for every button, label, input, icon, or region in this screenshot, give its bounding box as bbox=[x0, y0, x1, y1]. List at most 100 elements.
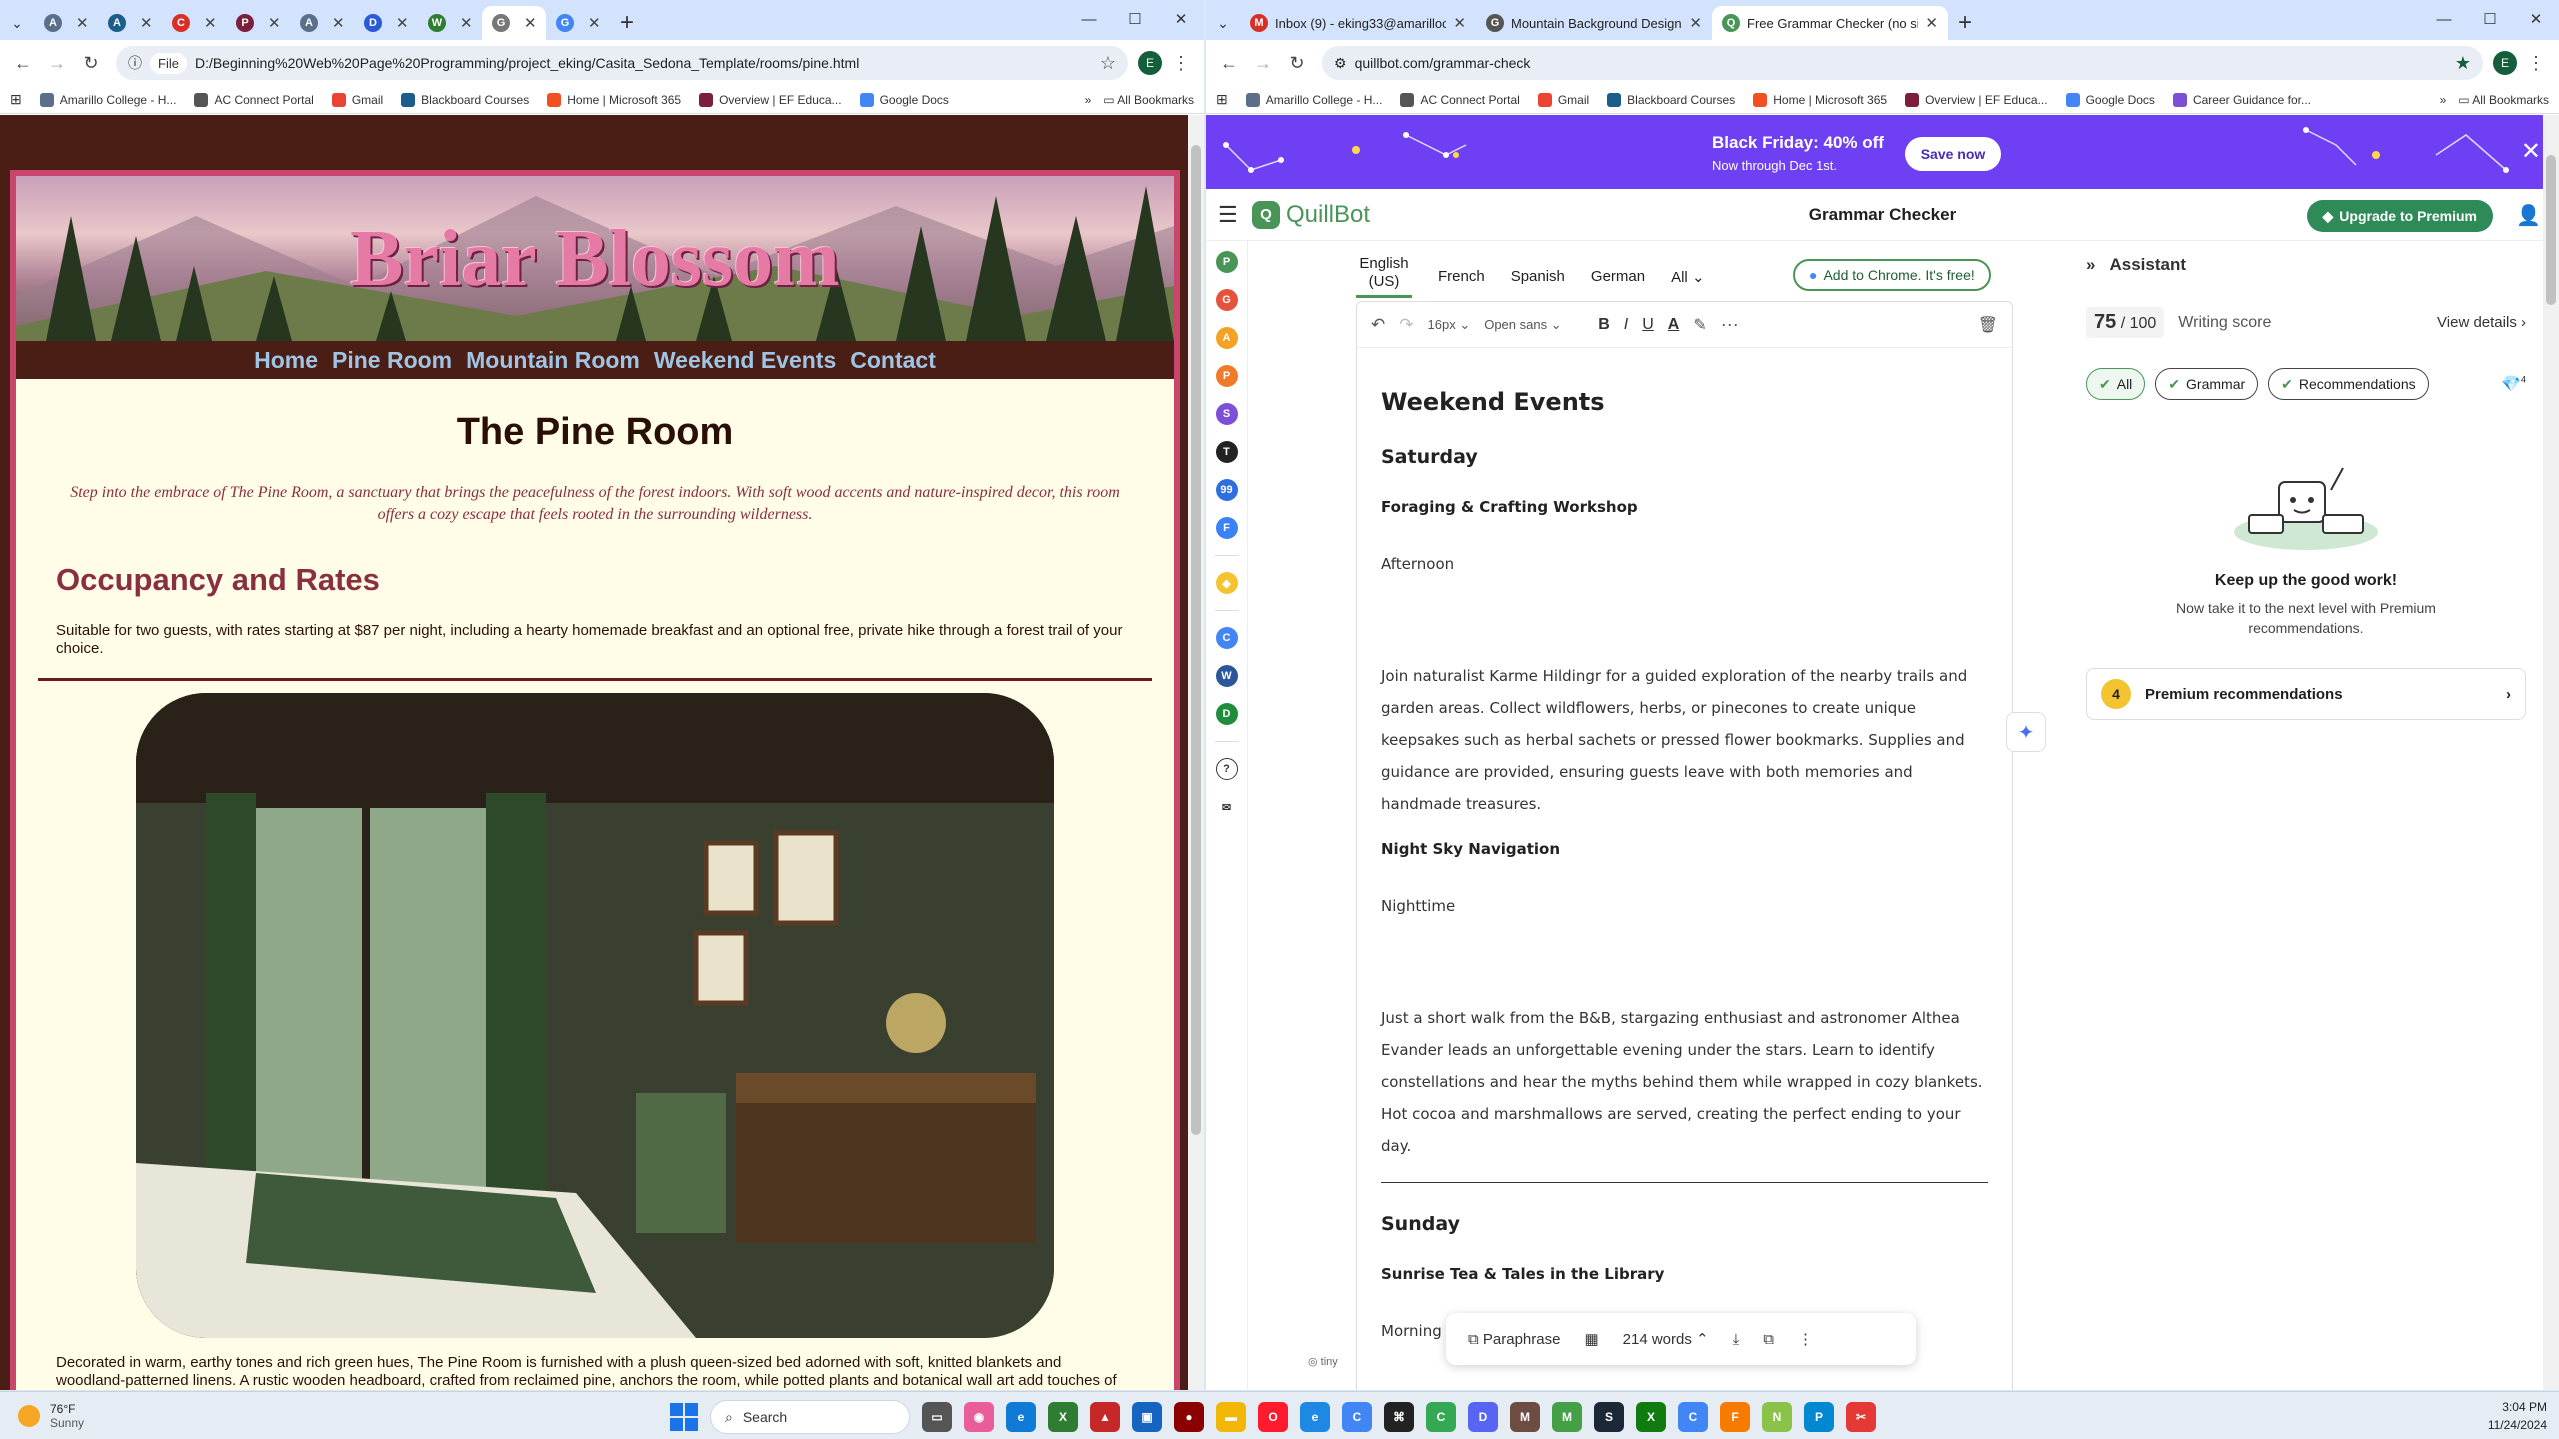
close-tab-icon[interactable]: ✕ bbox=[1453, 14, 1466, 32]
premium-gem-icon[interactable]: 💎4 bbox=[2501, 374, 2526, 394]
browser-tab[interactable]: Q Free Grammar Checker (no sign ✕ bbox=[1712, 6, 1948, 40]
xbox-app-icon[interactable]: X bbox=[1636, 1402, 1666, 1432]
close-window-icon[interactable]: ✕ bbox=[2513, 4, 2559, 34]
close-tab-icon[interactable]: ✕ bbox=[332, 14, 345, 32]
help-icon[interactable]: ? bbox=[1215, 758, 1238, 780]
profile-avatar[interactable]: E bbox=[2493, 51, 2517, 75]
chrome-icon[interactable]: C bbox=[1342, 1402, 1372, 1432]
scrollbar[interactable] bbox=[2543, 115, 2559, 1390]
bookmark-item[interactable]: Gmail bbox=[1537, 92, 1589, 107]
tab-search-icon[interactable]: ⌄ bbox=[1206, 6, 1240, 40]
font-size-select[interactable]: 16px ⌄ bbox=[1428, 317, 1471, 333]
underline-icon[interactable]: U bbox=[1642, 316, 1654, 334]
browser-tab[interactable]: AAsses✕ bbox=[98, 6, 162, 40]
terminal-icon[interactable]: ⌘ bbox=[1384, 1402, 1414, 1432]
taskbar-search[interactable]: ⌕ Search bbox=[710, 1400, 910, 1434]
edge-icon[interactable]: e bbox=[1006, 1402, 1036, 1432]
start-button[interactable] bbox=[670, 1403, 698, 1431]
bookmark-star-icon[interactable]: ★ bbox=[2455, 53, 2471, 74]
browser-tab[interactable]: P6.6 CS✕ bbox=[226, 6, 290, 40]
hamburger-menu-icon[interactable]: ☰ bbox=[1218, 202, 1252, 228]
more-bookmarks-icon[interactable]: » bbox=[1085, 93, 1092, 107]
statistics-icon[interactable]: ▦ bbox=[1584, 1330, 1598, 1348]
browser-tab[interactable]: DBegin✕ bbox=[354, 6, 418, 40]
bookmark-item[interactable]: Overview | EF Educa... bbox=[699, 92, 842, 107]
more-options-icon[interactable]: ··· bbox=[1721, 314, 1739, 335]
minimize-icon[interactable]: — bbox=[2421, 4, 2467, 34]
quillbot-logo[interactable]: Q QuillBot bbox=[1252, 200, 1370, 229]
forward-icon[interactable]: → bbox=[1248, 48, 1278, 78]
chip-grammar[interactable]: ✔ Grammar bbox=[2155, 368, 2259, 400]
system-clock[interactable]: 3:04 PM 11/24/2024 bbox=[2488, 1398, 2547, 1434]
download-icon[interactable]: ⤓ bbox=[1733, 1331, 1740, 1348]
close-tab-icon[interactable]: ✕ bbox=[460, 14, 473, 32]
lang-french[interactable]: French bbox=[1438, 268, 1485, 285]
undo-icon[interactable]: ↶ bbox=[1371, 315, 1385, 335]
app-icon[interactable]: ● bbox=[1174, 1402, 1204, 1432]
citation-generator-icon[interactable]: 99 bbox=[1215, 479, 1238, 501]
maximize-icon[interactable]: ☐ bbox=[2467, 4, 2513, 34]
snipping-tool-icon[interactable]: ✂ bbox=[1846, 1402, 1876, 1432]
highlight-icon[interactable]: ✎ bbox=[1693, 315, 1706, 335]
address-bar[interactable]: ⓘ File D:/Beginning%20Web%20Page%20Progr… bbox=[116, 46, 1128, 80]
apps-icon[interactable]: ⊞ bbox=[1216, 91, 1228, 108]
info-icon[interactable]: ⓘ bbox=[128, 53, 142, 73]
close-tab-icon[interactable]: ✕ bbox=[204, 14, 217, 32]
chrome-extension-icon[interactable]: C bbox=[1215, 627, 1238, 649]
nav-weekend-events[interactable]: Weekend Events bbox=[654, 347, 836, 374]
ai-sparkle-icon[interactable]: ✦ bbox=[2006, 712, 2046, 752]
browser-tab[interactable]: WCSS B✕ bbox=[418, 6, 482, 40]
profile-avatar[interactable]: E bbox=[1138, 51, 1162, 75]
delete-icon[interactable]: 🗑 bbox=[1978, 315, 1998, 335]
bookmark-item[interactable]: AC Connect Portal bbox=[1400, 92, 1520, 107]
bookmark-item[interactable]: Gmail bbox=[331, 92, 383, 107]
bookmark-item[interactable]: Google Docs bbox=[2065, 92, 2155, 107]
notepad-icon[interactable]: N bbox=[1762, 1402, 1792, 1432]
menu-icon[interactable]: ⋮ bbox=[1166, 48, 1196, 78]
copilot-icon[interactable]: ◉ bbox=[964, 1402, 994, 1432]
nav-mountain-room[interactable]: Mountain Room bbox=[466, 347, 640, 374]
maximize-icon[interactable]: ☐ bbox=[1112, 4, 1158, 34]
scrollbar[interactable] bbox=[1188, 115, 1204, 1390]
site-settings-icon[interactable]: ⚙ bbox=[1334, 55, 1347, 72]
more-icon[interactable]: ⋮ bbox=[1798, 1330, 1813, 1348]
bookmark-item[interactable]: Career Guidance for... bbox=[2172, 92, 2311, 107]
close-tab-icon[interactable]: ✕ bbox=[396, 14, 409, 32]
browser-tab[interactable]: GBriar B✕ bbox=[482, 6, 546, 40]
store-icon[interactable]: ▣ bbox=[1132, 1402, 1162, 1432]
forward-icon[interactable]: → bbox=[42, 48, 72, 78]
premium-recommendations-row[interactable]: 4 Premium recommendations › bbox=[2086, 668, 2526, 720]
document-content[interactable]: Weekend Events Saturday Foraging & Craft… bbox=[1357, 348, 2012, 1389]
tab-search-icon[interactable]: ⌄ bbox=[0, 6, 34, 40]
bookmark-item[interactable]: Google Docs bbox=[859, 92, 949, 107]
close-tab-icon[interactable]: ✕ bbox=[268, 14, 281, 32]
discord-icon[interactable]: D bbox=[1468, 1402, 1498, 1432]
reload-icon[interactable]: ↻ bbox=[1282, 48, 1312, 78]
summarizer-icon[interactable]: S bbox=[1215, 403, 1238, 425]
bookmark-item[interactable]: Amarillo College - H... bbox=[39, 92, 176, 107]
quillbot-flow-icon[interactable]: F bbox=[1215, 517, 1238, 539]
minimize-icon[interactable]: — bbox=[1066, 4, 1112, 34]
lang-all-dropdown[interactable]: All ⌄ bbox=[1671, 268, 1704, 286]
all-bookmarks[interactable]: » ▭ All Bookmarks bbox=[1085, 93, 1194, 107]
paraphrase-button[interactable]: ⧉ Paraphrase bbox=[1468, 1331, 1560, 1348]
close-tab-icon[interactable]: ✕ bbox=[524, 14, 537, 32]
nav-home[interactable]: Home bbox=[254, 347, 318, 374]
xbox-icon[interactable]: X bbox=[1048, 1402, 1078, 1432]
save-now-button[interactable]: Save now bbox=[1905, 137, 2001, 171]
chrome-icon[interactable]: C bbox=[1426, 1402, 1456, 1432]
task-view-icon[interactable]: ▭ bbox=[922, 1402, 952, 1432]
user-icon[interactable]: 👤 bbox=[2516, 203, 2541, 228]
menu-icon[interactable]: ⋮ bbox=[2521, 48, 2551, 78]
grammar-checker-icon[interactable]: G bbox=[1215, 289, 1238, 311]
more-bookmarks-icon[interactable]: » bbox=[2440, 93, 2447, 107]
upgrade-button[interactable]: ◆ Upgrade to Premium bbox=[2306, 200, 2493, 232]
bookmark-item[interactable]: Blackboard Courses bbox=[401, 92, 529, 107]
chip-all[interactable]: ✔ All bbox=[2086, 368, 2146, 400]
paraphraser-icon[interactable]: P bbox=[1215, 251, 1238, 273]
close-promo-icon[interactable]: ✕ bbox=[2521, 137, 2541, 166]
nav-contact[interactable]: Contact bbox=[850, 347, 936, 374]
steam-icon[interactable]: S bbox=[1594, 1402, 1624, 1432]
close-tab-icon[interactable]: ✕ bbox=[1925, 14, 1938, 32]
bookmark-star-icon[interactable]: ☆ bbox=[1100, 53, 1116, 74]
